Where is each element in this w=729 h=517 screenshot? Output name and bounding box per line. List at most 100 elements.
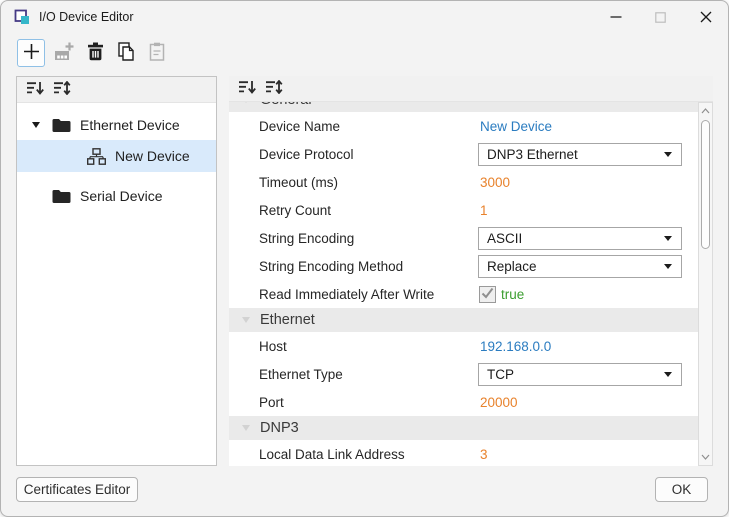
minimize-button[interactable]: [593, 1, 638, 33]
property-label: Timeout (ms): [259, 175, 338, 190]
tree-item-serial-device[interactable]: Serial Device: [17, 181, 216, 211]
scroll-down-icon[interactable]: [699, 450, 712, 464]
property-value[interactable]: 1: [480, 203, 488, 218]
chevron-down-icon: [664, 152, 672, 157]
section-label: Ethernet: [260, 312, 315, 328]
string-encoding-method-combobox[interactable]: Replace: [478, 255, 682, 278]
string-encoding-combobox[interactable]: ASCII: [478, 227, 682, 250]
property-panel-header: [229, 76, 713, 102]
copy-icon: [117, 42, 135, 64]
collapse-all-icon: [239, 80, 256, 97]
property-label: String Encoding Method: [259, 259, 403, 274]
property-panel: General Device Name New Device Device Proto…: [229, 76, 713, 466]
delete-button[interactable]: [83, 41, 107, 65]
property-label: Read Immediately After Write: [259, 287, 434, 302]
close-button[interactable]: [683, 1, 728, 33]
device-tree-panel: Ethernet Device New Device Serial Device: [16, 76, 217, 466]
property-row-timeout-ms: Timeout (ms) 3000: [229, 168, 698, 196]
add-point-icon: [54, 42, 75, 64]
combobox-value: TCP: [487, 367, 514, 382]
read-immediately-after-write-checkbox[interactable]: [479, 286, 496, 303]
scrollbar-thumb[interactable]: [701, 120, 710, 249]
folder-icon: [52, 118, 71, 133]
copy-button[interactable]: [114, 41, 138, 65]
property-row-port: Port 20000: [229, 388, 698, 416]
section-header-general[interactable]: General: [229, 102, 698, 112]
combobox-value: DNP3 Ethernet: [487, 147, 578, 162]
expand-all-icon: [54, 81, 71, 98]
paste-button: [145, 41, 169, 65]
toolbar: [17, 38, 169, 68]
property-value[interactable]: 3000: [480, 175, 510, 190]
property-row-read-immediately-after-write: Read Immediately After Write true: [229, 280, 698, 308]
expand-all-button[interactable]: [265, 81, 283, 97]
vertical-scrollbar[interactable]: [698, 102, 713, 466]
tree-item-label: New Device: [115, 148, 190, 164]
property-row-string-encoding: String Encoding ASCII: [229, 224, 698, 252]
tree-item-new-device[interactable]: New Device: [17, 140, 216, 172]
property-value[interactable]: New Device: [480, 119, 552, 134]
property-label: Retry Count: [259, 203, 331, 218]
property-value[interactable]: 20000: [480, 395, 518, 410]
tree-item-ethernet-device[interactable]: Ethernet Device: [17, 110, 216, 140]
section-header-ethernet[interactable]: Ethernet: [229, 308, 698, 332]
property-label: Device Protocol: [259, 147, 354, 162]
property-value[interactable]: 3: [480, 447, 488, 462]
trash-icon: [87, 42, 104, 64]
property-label: Local Data Link Address: [259, 447, 405, 462]
expand-all-icon: [266, 80, 283, 97]
property-row-host: Host 192.168.0.0: [229, 332, 698, 360]
property-label: String Encoding: [259, 231, 354, 246]
property-row-ethernet-type: Ethernet Type TCP: [229, 360, 698, 388]
combobox-value: Replace: [487, 259, 537, 274]
window-controls: [593, 1, 728, 33]
property-label: Device Name: [259, 119, 340, 134]
plus-icon: [23, 43, 40, 63]
checkbox-value: true: [501, 287, 524, 302]
folder-icon: [52, 189, 71, 204]
section-label: DNP3: [260, 420, 299, 436]
property-row-local-data-link-address: Local Data Link Address 3: [229, 440, 698, 466]
paste-icon: [149, 42, 165, 64]
tree-panel-header: [17, 77, 216, 103]
chevron-down-icon: [664, 372, 672, 377]
certificates-editor-button[interactable]: Certificates Editor: [16, 477, 138, 502]
property-label: Port: [259, 395, 284, 410]
property-grid: General Device Name New Device Device Proto…: [229, 102, 698, 466]
section-collapse-icon: [242, 317, 250, 323]
property-label: Ethernet Type: [259, 367, 343, 382]
section-label: General: [260, 102, 312, 108]
property-value[interactable]: 192.168.0.0: [480, 339, 551, 354]
maximize-button: [638, 1, 683, 33]
device-protocol-combobox[interactable]: DNP3 Ethernet: [478, 143, 682, 166]
titlebar: I/O Device Editor: [1, 1, 728, 33]
property-row-device-name: Device Name New Device: [229, 112, 698, 140]
section-header-dnp3[interactable]: DNP3: [229, 416, 698, 440]
property-row-retry-count: Retry Count 1: [229, 196, 698, 224]
expand-all-button[interactable]: [53, 82, 71, 98]
collapse-all-icon: [27, 81, 44, 98]
chevron-down-icon: [664, 264, 672, 269]
ok-button[interactable]: OK: [655, 477, 708, 502]
scroll-up-icon[interactable]: [699, 104, 712, 118]
io-device-editor-window: I/O Device Editor Ethernet Device New Dev…: [0, 0, 729, 517]
tree-item-label: Ethernet Device: [80, 117, 180, 133]
collapse-all-button[interactable]: [26, 82, 44, 98]
add-device-button[interactable]: [17, 39, 45, 67]
checkmark-icon: [481, 287, 494, 302]
add-point-button: [52, 41, 76, 65]
section-collapse-icon: [242, 102, 250, 103]
chevron-down-icon: [664, 236, 672, 241]
network-device-icon: [87, 148, 106, 165]
property-row-string-encoding-method: String Encoding Method Replace: [229, 252, 698, 280]
tree-item-label: Serial Device: [80, 188, 162, 204]
collapse-all-button[interactable]: [238, 81, 256, 97]
property-label: Host: [259, 339, 287, 354]
ethernet-type-combobox[interactable]: TCP: [478, 363, 682, 386]
property-rows: General Device Name New Device Device Proto…: [229, 102, 698, 466]
section-collapse-icon: [242, 425, 250, 431]
window-title: I/O Device Editor: [39, 1, 133, 33]
expander-icon[interactable]: [32, 121, 42, 129]
property-row-device-protocol: Device Protocol DNP3 Ethernet: [229, 140, 698, 168]
app-icon: [14, 9, 30, 25]
